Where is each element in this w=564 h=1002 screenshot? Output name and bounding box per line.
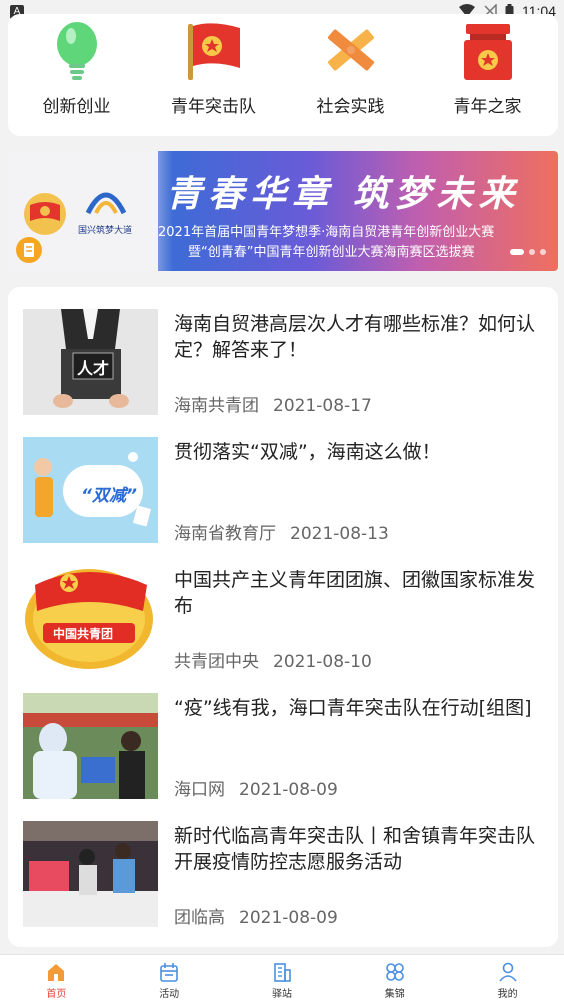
news-thumbnail (23, 821, 158, 927)
news-thumbnail: “双减” (23, 437, 158, 543)
news-title: 海南自贸港高层次人才有哪些标准？如何认定？解答来了！ (174, 313, 536, 361)
category-label: 青年之家 (453, 97, 522, 117)
category-label: 青年突击队 (171, 97, 256, 117)
floating-doc-button[interactable] (16, 237, 42, 263)
news-source: 团临高 (174, 908, 225, 928)
news-date: 2021-08-17 (273, 396, 372, 416)
document-icon (24, 243, 34, 257)
news-thumbnail: 中国共青团 (23, 565, 158, 671)
home-icon (48, 964, 65, 981)
frontline-volunteers-image (23, 693, 158, 799)
nav-label: 我的 (497, 989, 518, 1000)
category-innovation[interactable]: 创新创业 (8, 14, 145, 136)
banner-logo-text: 国兴筑梦大道 (78, 226, 133, 236)
carousel-indicator (510, 249, 546, 255)
news-source: 海南共青团 (174, 396, 259, 416)
news-title: “疫”线有我，海口青年突击队在行动[组图] (174, 697, 532, 719)
home-building-icon (463, 24, 512, 80)
category-youth-home[interactable]: 青年之家 (419, 14, 556, 136)
thumbnail-caption: 人才 (77, 359, 110, 378)
news-title: 新时代临高青年突击队丨和舍镇青年突击队开展疫情防控志愿服务活动 (174, 825, 536, 873)
banner-title: 青春华章 筑梦未来 (166, 173, 521, 215)
banner-subtitle-2: 暨“创青春”中国青年创新创业大赛海南赛区选拔赛 (188, 245, 475, 260)
promo-banner[interactable]: 国兴筑梦大道 青春华章 筑梦未来 2021年首届中国青年梦想季·海南自贸港青年创… (8, 151, 558, 271)
carousel-dot[interactable] (540, 249, 546, 255)
news-item[interactable]: “疫”线有我，海口青年突击队在行动[组图] 海口网 2021-08-09 (23, 693, 543, 801)
nav-home[interactable]: 首页 (0, 955, 113, 1002)
news-title: 贯彻落实“双减”，海南这么做！ (174, 441, 441, 463)
category-label: 社会实践 (316, 97, 385, 117)
nav-label: 首页 (46, 989, 67, 1000)
news-meta: 海口网 2021-08-09 (174, 775, 338, 800)
news-item[interactable]: 新时代临高青年突击队丨和舍镇青年突击队开展疫情防控志愿服务活动 团临高 2021-… (23, 821, 543, 929)
news-item[interactable]: “双减” 贯彻落实“双减”，海南这么做！ 海南省教育厅 2021-08-13 (23, 437, 543, 545)
youth-league-badge-image (25, 569, 153, 669)
banner-subtitle: 2021年首届中国青年梦想季·海南自贸港青年创新创业大赛 (158, 225, 495, 240)
news-meta: 海南共青团 2021-08-17 (174, 391, 372, 416)
building-icon (274, 963, 291, 982)
category-social-practice[interactable]: 社会实践 (282, 14, 419, 136)
news-date: 2021-08-13 (290, 524, 389, 544)
category-label: 创新创业 (42, 97, 111, 117)
news-source: 共青团中央 (174, 652, 259, 672)
clover-icon (385, 963, 404, 981)
nav-label: 驿站 (271, 989, 292, 1000)
news-date: 2021-08-09 (239, 780, 338, 800)
news-meta: 共青团中央 2021-08-10 (174, 647, 372, 672)
youth-league-emblem-icon (24, 193, 66, 235)
news-item[interactable]: 人才 海南自贸港高层次人才有哪些标准？如何认定？解答来了！ 海南共青团 2021-… (23, 309, 543, 417)
thumbnail-caption: “双减” (81, 486, 137, 506)
news-source: 海口网 (174, 780, 225, 800)
news-meta: 海南省教育厅 2021-08-13 (174, 519, 389, 544)
thumbnail-caption: 中国共青团 (53, 627, 114, 641)
user-icon (498, 962, 517, 982)
news-title: 中国共产主义青年团团旗、团徽国家标准发布 (174, 569, 536, 617)
lightbulb-icon (56, 22, 97, 80)
news-date: 2021-08-09 (239, 908, 338, 928)
flag-icon (187, 23, 240, 80)
carousel-dot[interactable] (529, 249, 535, 255)
nav-profile[interactable]: 我的 (451, 955, 564, 1002)
nav-label: 集锦 (384, 989, 405, 1000)
epidemic-volunteer-activity-image (23, 821, 158, 927)
news-thumbnail: 人才 (23, 309, 158, 415)
news-date: 2021-08-10 (273, 652, 372, 672)
news-item[interactable]: 中国共青团 中国共产主义青年团团旗、团徽国家标准发布 共青团中央 2021-08-… (23, 565, 543, 673)
news-thumbnail (23, 693, 158, 799)
nav-activity[interactable]: 活动 (113, 955, 226, 1002)
nav-station[interactable]: 驿站 (226, 955, 339, 1002)
news-meta: 团临高 2021-08-09 (174, 903, 338, 928)
nav-collection[interactable]: 集锦 (338, 955, 451, 1002)
news-source: 海南省教育厅 (174, 524, 276, 544)
category-youth-commando[interactable]: 青年突击队 (145, 14, 282, 136)
nav-label: 活动 (159, 989, 180, 1000)
pencil-ruler-icon (327, 29, 374, 71)
bottom-navigation: 首页 活动 驿站 集锦 我的 (0, 954, 564, 1002)
dream-avenue-logo-icon (85, 192, 127, 215)
category-card: 创新创业 青年突击队 社会实践 青年之家 (8, 14, 558, 136)
news-list: 人才 海南自贸港高层次人才有哪些标准？如何认定？解答来了！ 海南共青团 2021-… (8, 287, 558, 947)
calendar-icon (160, 963, 178, 982)
carousel-dot[interactable] (510, 249, 524, 255)
